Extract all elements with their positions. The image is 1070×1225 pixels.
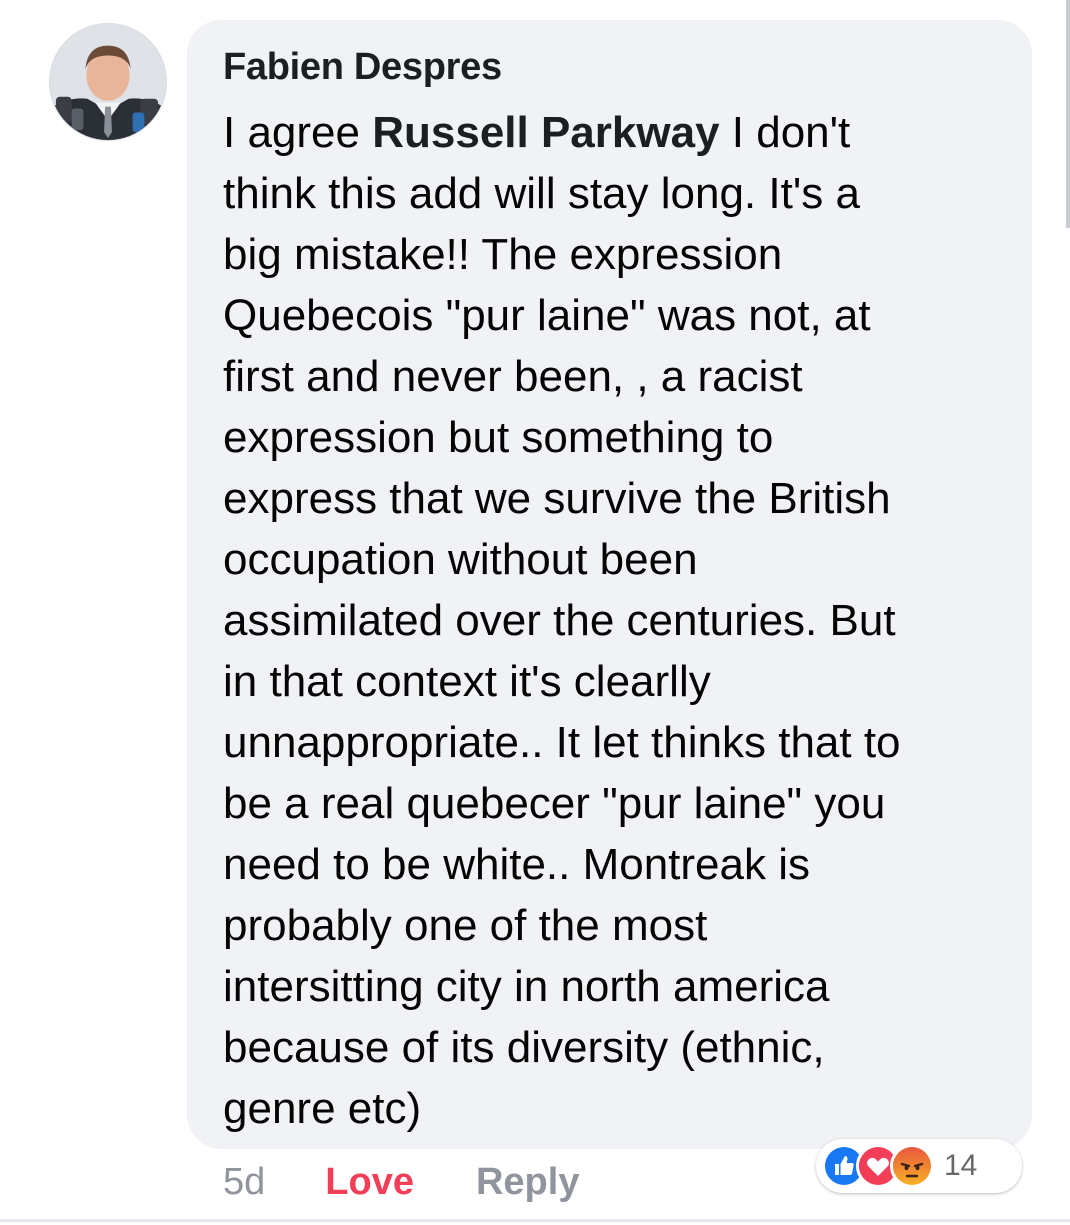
- scrollbar[interactable]: [1066, 0, 1070, 228]
- comment-bubble: Fabien Despres I agree Russell Parkway I…: [187, 20, 1032, 1149]
- reaction-summary[interactable]: 14: [816, 1139, 1022, 1193]
- comment-text-prefix: I agree: [223, 108, 373, 157]
- reaction-count: 14: [944, 1149, 978, 1182]
- comment-text-body: I don't think this add will stay long. I…: [223, 108, 901, 1133]
- comment-actions: 5d Love Reply: [223, 1158, 579, 1206]
- comment-author[interactable]: Fabien Despres: [223, 44, 1002, 90]
- timestamp[interactable]: 5d: [223, 1161, 265, 1204]
- comment: Fabien Despres I agree Russell Parkway I…: [0, 0, 1070, 1225]
- avatar[interactable]: [49, 23, 167, 141]
- comment-text: I agree Russell Parkway I don't think th…: [223, 102, 1008, 1139]
- reply-button[interactable]: Reply: [476, 1161, 579, 1204]
- avatar-image: [50, 24, 166, 140]
- angry-icon: [890, 1144, 934, 1188]
- divider: [0, 1219, 1070, 1222]
- love-button[interactable]: Love: [325, 1161, 414, 1204]
- mention-link[interactable]: Russell Parkway: [372, 108, 719, 157]
